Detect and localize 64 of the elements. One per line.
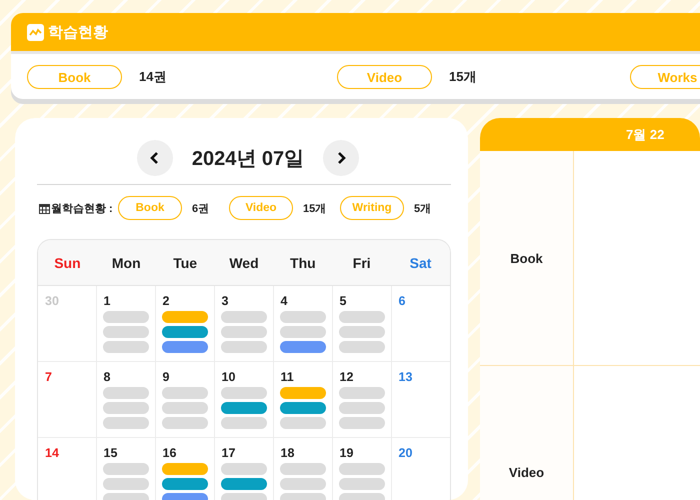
- page-title: 학습현황: [48, 22, 108, 42]
- day-cell[interactable]: 16: [156, 438, 214, 500]
- calendar-icon: [39, 202, 50, 214]
- count-text: 5개: [414, 202, 432, 216]
- weekday-label: Tue: [172, 254, 198, 270]
- count-text: 6권: [192, 202, 210, 216]
- weekday-label: Sat: [408, 254, 432, 270]
- day-number: 3: [222, 294, 228, 308]
- day-number: 7: [45, 370, 52, 384]
- day-cell[interactable]: 6: [392, 286, 450, 361]
- day-number: 16: [162, 446, 176, 460]
- row-label: Video: [508, 465, 544, 480]
- month-title: 2024년 07일: [190, 146, 306, 172]
- day-number: 12: [340, 370, 354, 384]
- chevron-right-icon: [336, 151, 346, 165]
- day-cell[interactable]: 5: [332, 286, 392, 361]
- day-cell[interactable]: 14: [38, 438, 96, 500]
- day-cell[interactable]: 9: [156, 362, 214, 437]
- day-number: 9: [162, 370, 170, 384]
- day-number: 13: [398, 370, 412, 384]
- day-cell[interactable]: 4: [274, 286, 332, 361]
- day-cell[interactable]: 13: [392, 362, 450, 437]
- day-cell[interactable]: 17: [214, 438, 274, 500]
- day-number: 10: [222, 370, 236, 384]
- day-cell[interactable]: 10: [214, 362, 274, 437]
- panel-header: 7월 22: [480, 118, 700, 151]
- chart-icon: [27, 24, 44, 40]
- day-number: 8: [104, 370, 110, 384]
- day-cell[interactable]: 19: [332, 438, 392, 500]
- weekday-label: Thu: [289, 254, 317, 270]
- count-text: 14권: [139, 68, 166, 86]
- previous-month-button[interactable]: [136, 140, 173, 176]
- day-cell[interactable]: 11: [274, 362, 332, 437]
- day-number: 4: [280, 294, 288, 308]
- day-cell[interactable]: 1: [96, 286, 156, 361]
- day-cell[interactable]: 18: [274, 438, 332, 500]
- day-number: 19: [340, 446, 354, 460]
- day-number: 20: [398, 446, 412, 460]
- day-number: 1: [104, 294, 110, 308]
- count-text: 15개: [449, 68, 476, 86]
- day-number: 2: [162, 294, 170, 308]
- weekday-label: Mon: [110, 254, 142, 270]
- day-cell[interactable]: 8: [96, 362, 156, 437]
- next-month-button[interactable]: [323, 140, 360, 176]
- day-number: 15: [104, 446, 118, 460]
- day-number: 14: [45, 446, 59, 460]
- day-number: 5: [340, 294, 346, 308]
- day-number: 11: [280, 370, 294, 384]
- row-label: Book: [510, 250, 543, 266]
- weekday-label: Sun: [53, 254, 82, 270]
- count-text: 15개: [303, 202, 327, 216]
- day-cell[interactable]: 7: [38, 362, 96, 437]
- summary-label: 월학습현황 :: [51, 202, 113, 216]
- weekday-label: Wed: [228, 254, 260, 270]
- day-cell[interactable]: 20: [392, 438, 450, 500]
- day-cell[interactable]: 3: [214, 286, 274, 361]
- day-cell[interactable]: 2: [156, 286, 214, 361]
- chevron-left-icon: [150, 151, 160, 165]
- day-cell[interactable]: 15: [96, 438, 156, 500]
- weekday-label: Fri: [352, 254, 372, 270]
- day-cell[interactable]: 12: [332, 362, 392, 437]
- day-number: 18: [280, 446, 294, 460]
- day-number: 6: [398, 294, 406, 308]
- day-number: 17: [222, 446, 236, 460]
